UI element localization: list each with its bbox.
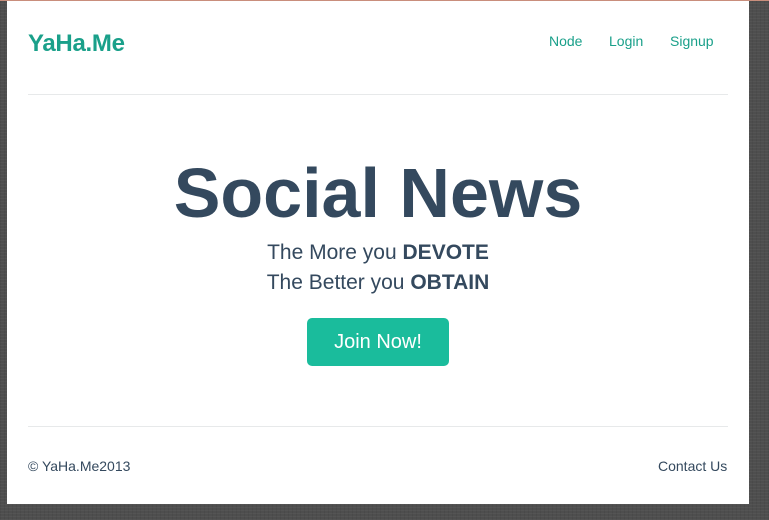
tagline-1-prefix: The More you [267, 241, 403, 264]
footer-divider [28, 426, 728, 427]
join-now-button[interactable]: Join Now! [307, 318, 449, 366]
tagline-2-prefix: The Better you [266, 271, 411, 294]
tagline-line-2: The Better you OBTAIN [7, 270, 749, 296]
header-divider [28, 94, 728, 95]
footer-copyright: © YaHa.Me2013 [28, 458, 131, 474]
tagline-line-1: The More you DEVOTE [7, 240, 749, 266]
nav-link-signup[interactable]: Signup [670, 33, 714, 49]
nav-link-login[interactable]: Login [609, 33, 643, 49]
tagline-1-emphasis: DEVOTE [402, 241, 489, 264]
hero-title: Social News [173, 154, 583, 232]
nav-link-node[interactable]: Node [549, 33, 582, 49]
tagline-2-emphasis: OBTAIN [410, 271, 490, 294]
contact-us-link[interactable]: Contact Us [658, 458, 727, 474]
brand-logo[interactable]: YaHa.Me [28, 30, 125, 58]
page-card: YaHa.Me Node Login Signup Social News Th… [7, 1, 749, 504]
